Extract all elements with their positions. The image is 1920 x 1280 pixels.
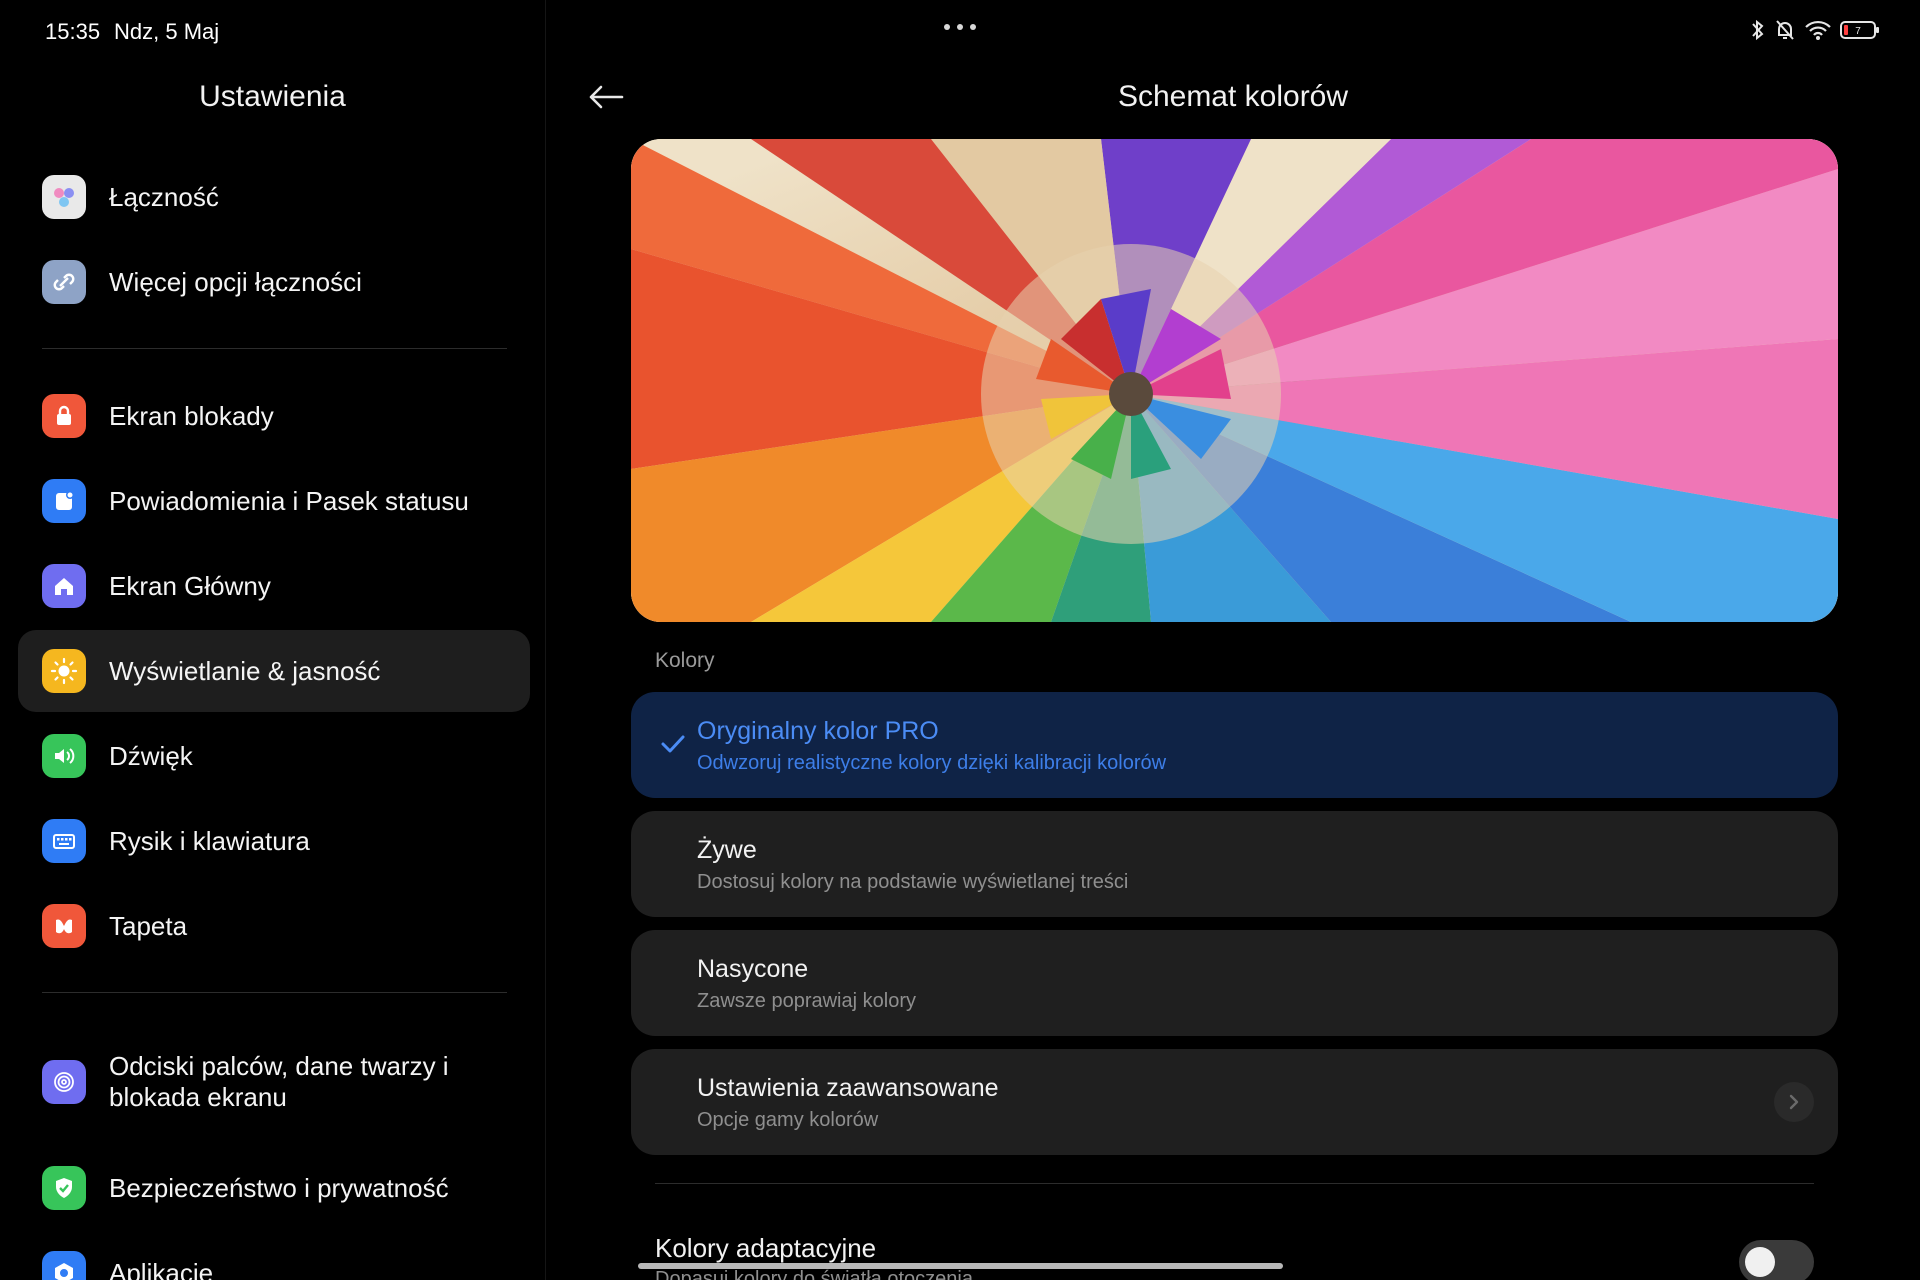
option-title: Oryginalny kolor PRO	[697, 717, 939, 745]
page-title: Schemat kolorów	[1117, 80, 1349, 113]
wifi-icon	[1805, 20, 1831, 40]
settings-sidebar: Ustawienia Łączność Więcej opcji łącznoś…	[0, 60, 545, 1280]
status-date: Ndz, 5 Maj	[114, 19, 220, 44]
sidebar-item-wallpaper[interactable]: Tapeta	[18, 885, 530, 967]
check-icon	[661, 735, 685, 753]
bluetooth-icon	[1752, 19, 1764, 41]
sidebar-separator	[42, 348, 507, 349]
adaptive-colors-subtitle: Dopasuj kolory do światła otoczenia	[655, 1268, 973, 1280]
speaker-icon	[42, 734, 86, 778]
sidebar-item-label: Ekran Główny	[109, 570, 271, 601]
sidebar-item-label: Tapeta	[109, 910, 188, 941]
sidebar-item-label: Dźwięk	[109, 740, 193, 771]
sidebar-item-notifications[interactable]: Powiadomienia i Pasek statusu	[18, 460, 530, 542]
section-divider	[655, 1183, 1814, 1184]
sun-icon	[42, 649, 86, 693]
sidebar-item-label: Wyświetlanie & jasność	[109, 655, 381, 686]
sidebar-item-home-screen[interactable]: Ekran Główny	[18, 545, 530, 627]
sidebar-item-label: Rysik i klawiatura	[109, 825, 310, 856]
keyboard-icon	[42, 819, 86, 863]
battery-icon: 7	[1840, 21, 1879, 39]
bell-off-icon	[1776, 20, 1794, 40]
option-subtitle: Dostosuj kolory na podstawie wyświetlane…	[697, 871, 1129, 893]
option-vivid[interactable]: Żywe Dostosuj kolory na podstawie wyświe…	[631, 811, 1838, 917]
section-label-colors: Kolory	[655, 649, 715, 672]
sidebar-item-label: Aplikacje	[109, 1257, 214, 1280]
sidebar-item-label: Ekran blokady	[109, 400, 274, 431]
sidebar-item-label: Więcej opcji łączności	[109, 266, 362, 297]
more-dots-icon[interactable]	[944, 24, 976, 30]
fingerprint-icon	[42, 1060, 86, 1104]
status-icons: 7	[1750, 18, 1880, 42]
sidebar-item-label: Bezpieczeństwo i prywatność	[109, 1172, 449, 1203]
adaptive-colors-title: Kolory adaptacyjne	[655, 1233, 877, 1263]
lock-icon	[42, 394, 86, 438]
shield-check-icon	[42, 1166, 86, 1210]
sidebar-item-apps[interactable]: Aplikacje	[18, 1232, 530, 1280]
wallpaper-icon	[42, 904, 86, 948]
status-bar: 15:35 Ndz, 5 Maj 7	[0, 0, 1920, 60]
color-pencils-preview-image	[631, 139, 1838, 622]
option-subtitle: Zawsze poprawiaj kolory	[697, 990, 916, 1012]
svg-text:7: 7	[1855, 26, 1861, 37]
sidebar-title: Ustawienia	[199, 80, 346, 113]
sidebar-item-stylus-keyboard[interactable]: Rysik i klawiatura	[18, 800, 530, 882]
connectivity-icon	[42, 175, 86, 219]
sidebar-item-display[interactable]: Wyświetlanie & jasność	[18, 630, 530, 712]
option-subtitle: Odwzoruj realistyczne kolory dzięki kali…	[697, 752, 1167, 774]
chevron-right-icon[interactable]	[1774, 1082, 1814, 1122]
sidebar-item-lock-screen[interactable]: Ekran blokady	[18, 375, 530, 457]
sidebar-item-security[interactable]: Bezpieczeństwo i prywatność	[18, 1147, 530, 1229]
sidebar-item-label: Powiadomienia i Pasek statusu	[109, 485, 469, 516]
status-time: 15:35	[45, 19, 101, 44]
sidebar-item-label: Łączność	[109, 181, 219, 212]
sidebar-separator	[42, 992, 507, 993]
home-icon	[42, 564, 86, 608]
sidebar-item-label: Odciski palców, dane twarzy i blokada ek…	[109, 1051, 449, 1112]
sidebar-item-connectivity[interactable]: Łączność	[18, 156, 530, 238]
sidebar-item-more-connectivity[interactable]: Więcej opcji łączności	[18, 241, 530, 323]
toggle-knob	[1745, 1247, 1775, 1277]
option-saturated[interactable]: Nasycone Zawsze poprawiaj kolory	[631, 930, 1838, 1036]
notification-icon	[42, 479, 86, 523]
pane-divider	[545, 0, 546, 1280]
option-subtitle: Opcje gamy kolorów	[697, 1109, 879, 1131]
option-title: Nasycone	[697, 955, 809, 983]
sidebar-item-sound[interactable]: Dźwięk	[18, 715, 530, 797]
home-indicator[interactable]	[638, 1263, 1283, 1269]
option-title: Żywe	[697, 836, 757, 864]
adaptive-colors-toggle[interactable]	[1739, 1240, 1814, 1280]
sidebar-item-biometrics[interactable]: Odciski palców, dane twarzy i blokada ek…	[18, 1032, 530, 1132]
apps-icon	[42, 1251, 86, 1280]
link-icon	[42, 260, 86, 304]
option-title: Ustawienia zaawansowane	[697, 1074, 999, 1102]
option-original-color-pro[interactable]: Oryginalny kolor PRO Odwzoruj realistycz…	[631, 692, 1838, 798]
option-advanced-settings[interactable]: Ustawienia zaawansowane Opcje gamy kolor…	[631, 1049, 1838, 1155]
